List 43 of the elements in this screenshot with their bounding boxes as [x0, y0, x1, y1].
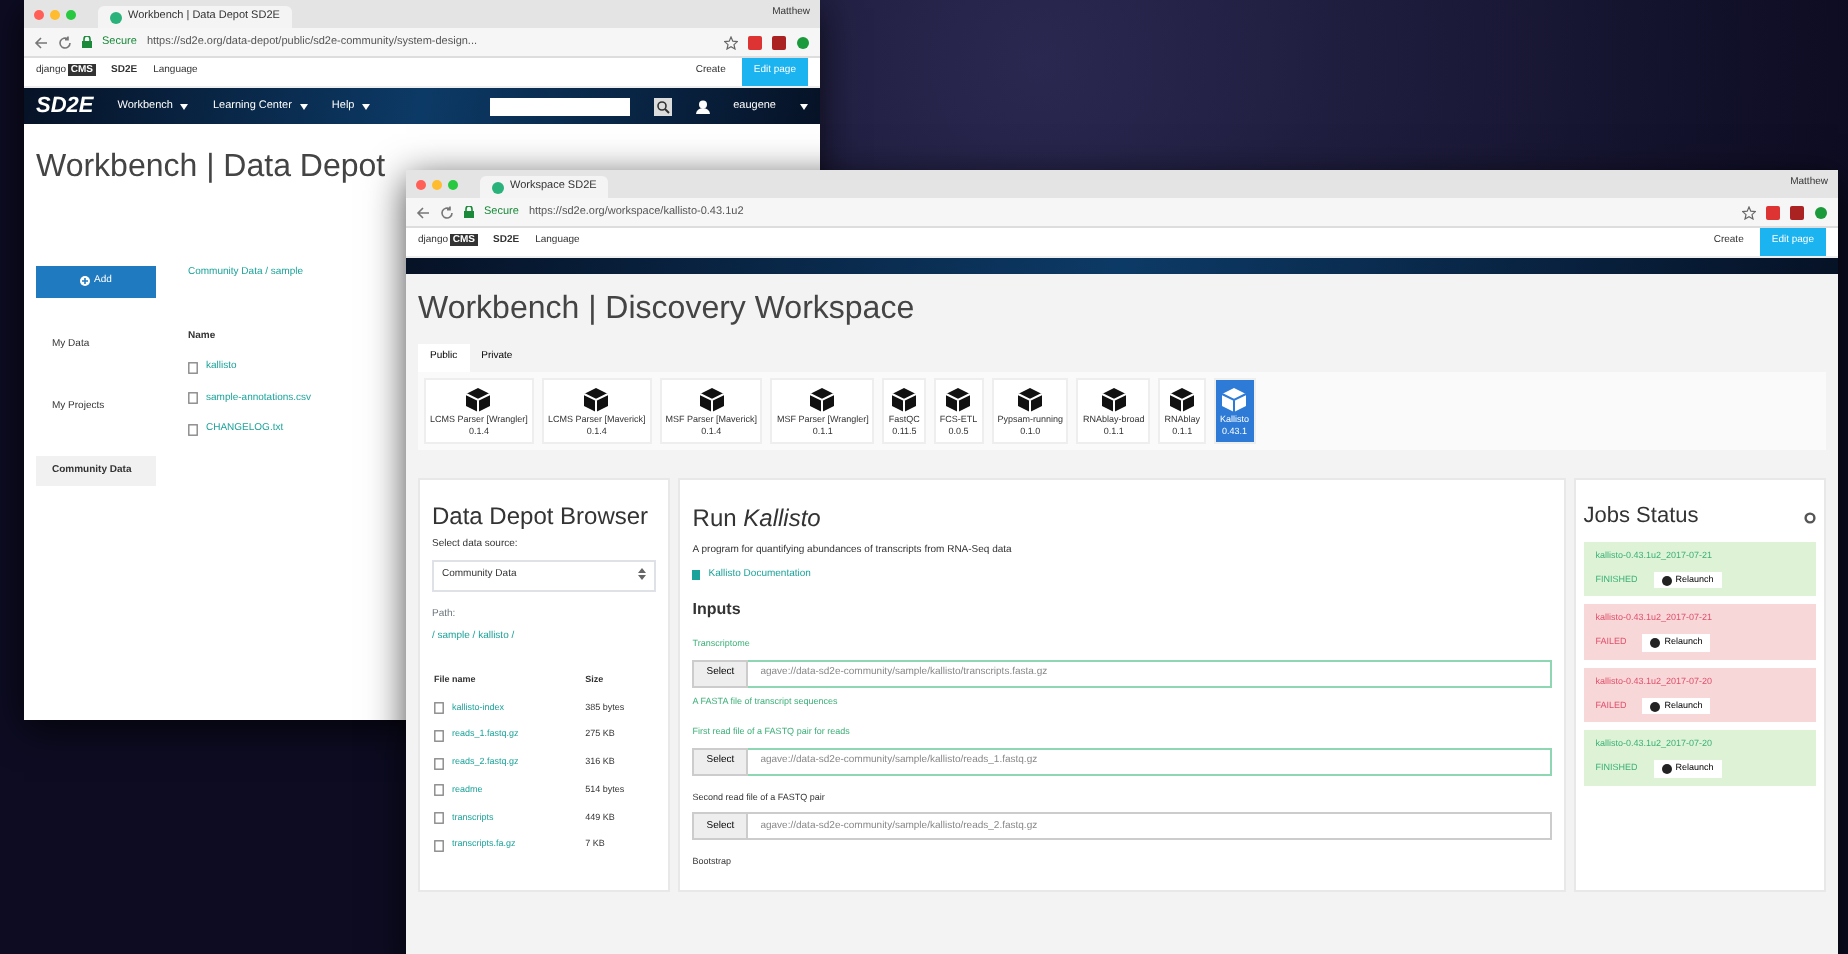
caret-icon [800, 103, 808, 109]
panel-title: Data Depot Browser [432, 504, 651, 530]
back-icon[interactable] [416, 205, 430, 219]
site-icon [110, 11, 122, 23]
caret-icon [299, 103, 308, 109]
file-icon [434, 784, 444, 797]
cube-icon [1220, 385, 1249, 414]
user-icon [695, 99, 710, 113]
cube-icon [944, 385, 973, 414]
cube-icon [464, 385, 493, 414]
lock-icon [464, 206, 474, 218]
cube-icon [1099, 385, 1128, 414]
lock-icon [82, 36, 92, 48]
page-heading: Workbench | Discovery Workspace [418, 290, 917, 329]
caret-icon [180, 103, 189, 109]
cube-icon [890, 385, 919, 414]
site-icon [492, 181, 504, 193]
star-icon[interactable] [724, 35, 738, 49]
star-icon[interactable] [1742, 205, 1756, 219]
panel-title: Jobs Status [1583, 502, 1699, 533]
file-icon [188, 361, 198, 374]
file-icon [434, 812, 444, 825]
file-icon [188, 423, 198, 436]
back-icon[interactable] [34, 35, 48, 49]
cube-icon [1016, 385, 1045, 414]
cube-icon [808, 385, 837, 414]
plus-icon [80, 276, 91, 287]
run-title: Run Kallisto [692, 502, 823, 537]
file-icon [434, 839, 444, 852]
select-arrows-icon [638, 568, 647, 581]
caret-icon [362, 103, 371, 109]
section-heading: Inputs [692, 598, 743, 623]
file-icon [434, 702, 444, 715]
search-field[interactable] [489, 97, 630, 115]
cube-icon [697, 385, 726, 414]
file-icon [188, 392, 198, 405]
cube-icon [582, 385, 611, 414]
file-icon [434, 729, 444, 742]
cube-icon [1168, 385, 1197, 414]
search-icon[interactable] [653, 97, 672, 115]
site-logo: SD2E [36, 91, 94, 122]
page-heading: Workbench | Data Depot [36, 148, 386, 187]
file-icon [434, 757, 444, 770]
